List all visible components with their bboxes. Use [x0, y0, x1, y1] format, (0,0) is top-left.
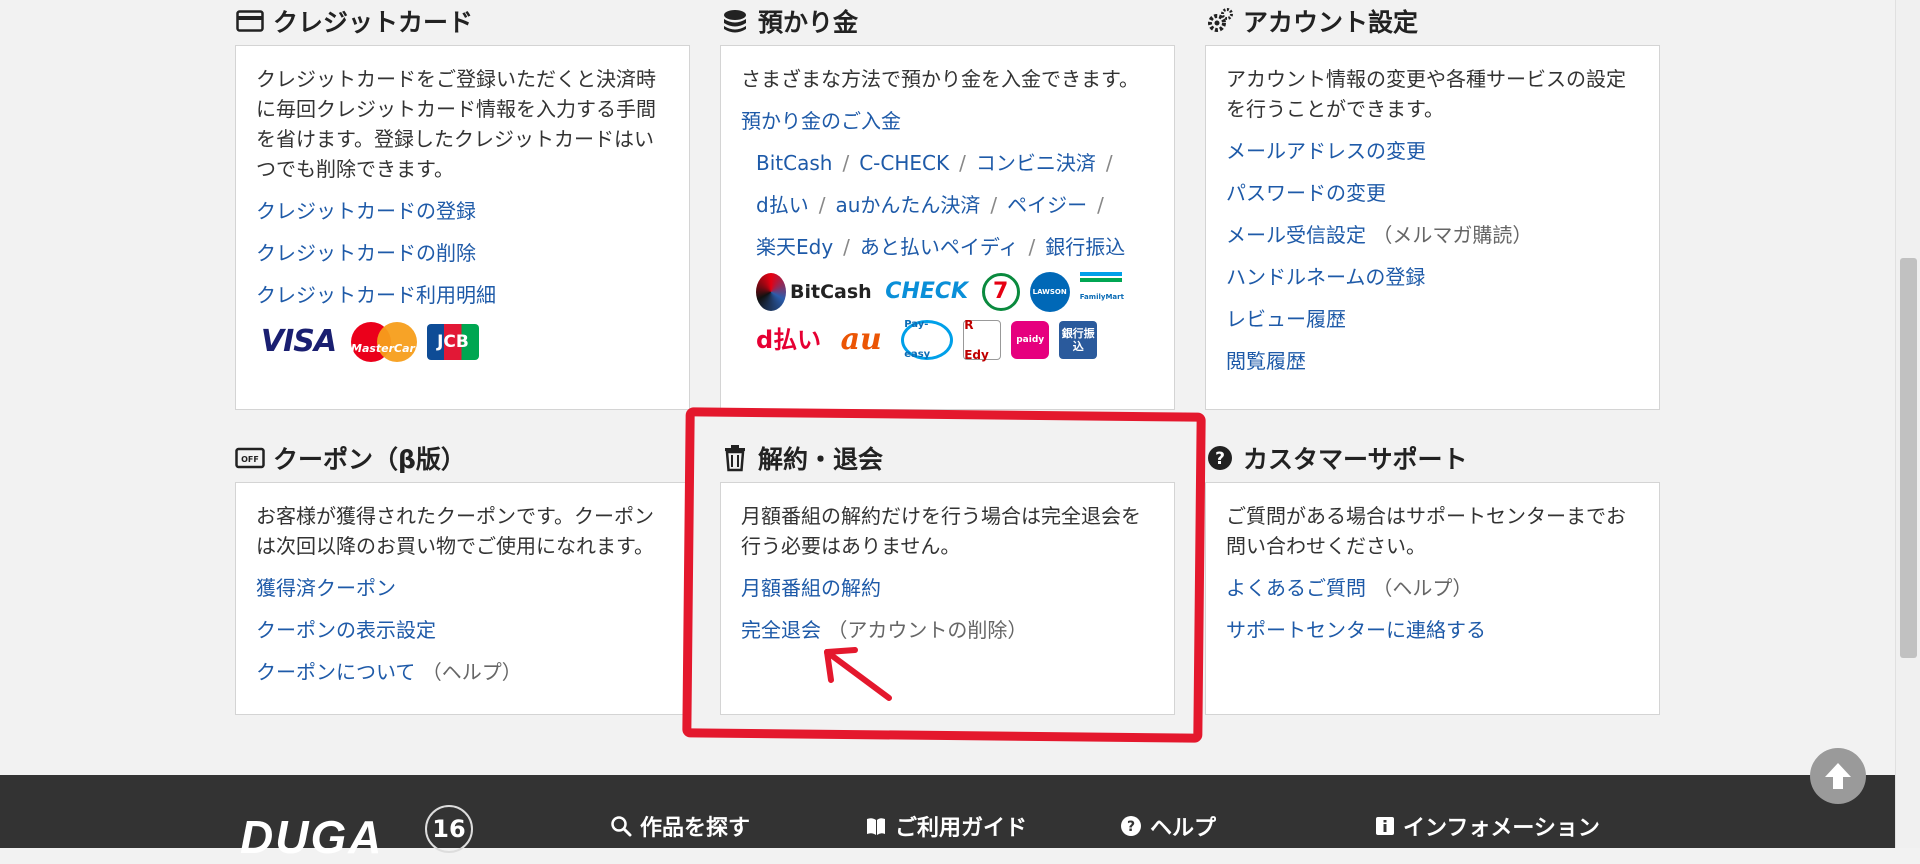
paidy-logo: paidy — [1011, 321, 1050, 359]
svg-text:OFF: OFF — [241, 455, 259, 464]
bank-transfer-logo: 銀行振込 — [1059, 321, 1098, 359]
credit-card-panel: クレジットカードをご登録いただくと決済時に毎回クレジットカード情報を入力する手間… — [235, 45, 690, 410]
method-convenience[interactable]: コンビニ決済 — [976, 151, 1096, 175]
mastercard-logo: MasterCard — [351, 322, 423, 362]
method-edy[interactable]: 楽天Edy — [756, 235, 833, 259]
contact-support-link[interactable]: サポートセンターに連絡する — [1226, 615, 1639, 645]
credit-card-icon — [235, 6, 265, 36]
deposit-methods: BitCash / C-CHECK / コンビニ決済 / d払い / auかんたん決済 / ペイジ… — [756, 151, 1126, 259]
arrow-up-icon — [1825, 763, 1851, 789]
coupon-icon: OFF — [235, 443, 265, 473]
svg-text:?: ? — [1215, 449, 1225, 469]
customer-support-title: ? カスタマーサポート — [1205, 440, 1468, 476]
credit-card-title: クレジットカード — [235, 3, 473, 39]
method-ccheck[interactable]: C-CHECK — [859, 151, 949, 175]
svg-text:?: ? — [1127, 819, 1135, 835]
deposit-logos-row2: d払い au Pay-easy R Edy paidy 銀行振込 — [741, 318, 1154, 362]
deposit-link[interactable]: 預かり金のご入金 — [741, 106, 1154, 136]
credit-card-register-link[interactable]: クレジットカードの登録 — [256, 196, 669, 226]
coupon-help-note: （ヘルプ） — [421, 660, 522, 684]
ccheck-logo: CHECK — [885, 279, 969, 304]
footer-help-item[interactable]: ? ヘルプ — [1120, 810, 1216, 842]
annotation-highlight-box — [682, 407, 1206, 743]
change-password-link[interactable]: パスワードの変更 — [1226, 178, 1639, 208]
rakuten-edy-logo: R Edy — [963, 318, 1002, 362]
bitcash-logo: BitCash — [756, 272, 872, 312]
deposit-panel: さまざまな方法で預かり金を入金できます。 預かり金のご入金 BitCash / C-… — [720, 45, 1175, 410]
gears-icon — [1205, 6, 1235, 36]
duga-logo[interactable]: DUGA — [240, 810, 383, 864]
back-to-top-button[interactable] — [1810, 748, 1866, 804]
deposit-desc: さまざまな方法で預かり金を入金できます。 — [741, 67, 1139, 91]
visa-logo: VISA — [260, 324, 337, 359]
credit-card-desc: クレジットカードをご登録いただくと決済時に毎回クレジットカード情報を入力する手間… — [256, 67, 656, 181]
method-bank[interactable]: 銀行振込 — [1045, 235, 1125, 259]
footer-search-item[interactable]: 作品を探す — [610, 810, 750, 842]
coins-icon — [720, 6, 750, 36]
browse-history-link[interactable]: 閲覧履歴 — [1226, 346, 1639, 376]
method-au[interactable]: auかんたん決済 — [835, 193, 980, 217]
book-icon — [867, 818, 885, 835]
search-icon — [611, 816, 632, 837]
faq-link[interactable]: よくあるご質問 — [1226, 576, 1366, 600]
footer-guide-item[interactable]: ご利用ガイド — [865, 810, 1027, 842]
method-dpay[interactable]: d払い — [756, 193, 809, 217]
help-circle-icon: ? — [1121, 816, 1141, 836]
lawson-logo: LAWSON — [1029, 272, 1070, 312]
credit-card-delete-link[interactable]: クレジットカードの削除 — [256, 238, 669, 268]
account-desc: アカウント情報の変更や各種サービスの設定を行うことができます。 — [1226, 67, 1626, 121]
handle-name-link[interactable]: ハンドルネームの登録 — [1226, 262, 1639, 292]
question-circle-icon: ? — [1205, 443, 1235, 473]
method-paidy[interactable]: あと払いペイディ — [860, 235, 1019, 259]
review-history-link[interactable]: レビュー履歴 — [1226, 304, 1639, 334]
jcb-logo: JCB — [427, 324, 479, 360]
mail-settings-note: （メルマガ購読） — [1372, 223, 1533, 247]
method-bitcash[interactable]: BitCash — [756, 151, 832, 175]
acquired-coupon-link[interactable]: 獲得済クーポン — [256, 573, 669, 603]
coupon-panel: お客様が獲得されたクーポンです。クーポンは次回以降のお買い物でご使用になれます。… — [235, 482, 690, 715]
change-email-link[interactable]: メールアドレスの変更 — [1226, 136, 1639, 166]
account-settings-title: アカウント設定 — [1205, 3, 1418, 39]
account-settings-panel: アカウント情報の変更や各種サービスの設定を行うことができます。 メールアドレスの… — [1205, 45, 1660, 410]
credit-card-statement-link[interactable]: クレジットカード利用明細 — [256, 280, 669, 310]
mail-settings-link[interactable]: メール受信設定 — [1226, 223, 1366, 247]
faq-help-note: （ヘルプ） — [1372, 576, 1473, 600]
method-payeasy[interactable]: ペイジー — [1007, 193, 1087, 217]
payeasy-logo: Pay-easy — [901, 319, 954, 360]
dpay-logo: d払い — [756, 326, 822, 354]
coupon-title: OFF クーポン（β版） — [235, 440, 466, 476]
au-logo: au — [840, 322, 882, 357]
card-brand-logos: VISA MasterCard JCB — [256, 322, 669, 362]
anniversary-badge: 16 — [425, 805, 473, 853]
about-coupon-link[interactable]: クーポンについて — [256, 660, 415, 684]
support-desc: ご質問がある場合はサポートセンターまでお問い合わせください。 — [1226, 504, 1626, 558]
coupon-display-settings-link[interactable]: クーポンの表示設定 — [256, 615, 669, 645]
footer-information-item[interactable]: インフォメーション — [1375, 810, 1600, 842]
coupon-desc: お客様が獲得されたクーポンです。クーポンは次回以降のお買い物でご使用になれます。 — [256, 504, 654, 558]
customer-support-panel: ご質問がある場合はサポートセンターまでお問い合わせください。 よくあるご質問 （… — [1205, 482, 1660, 715]
deposit-title: 預かり金 — [720, 3, 858, 39]
seven-eleven-logo: 7 — [981, 273, 1020, 311]
annotation-arrow-icon — [824, 647, 892, 701]
info-icon — [1376, 817, 1394, 835]
deposit-logos-row1: BitCash CHECK 7 LAWSON FamilyMart — [741, 272, 1154, 312]
familymart-logo: FamilyMart — [1079, 272, 1124, 312]
scrollbar-thumb[interactable] — [1900, 258, 1917, 658]
